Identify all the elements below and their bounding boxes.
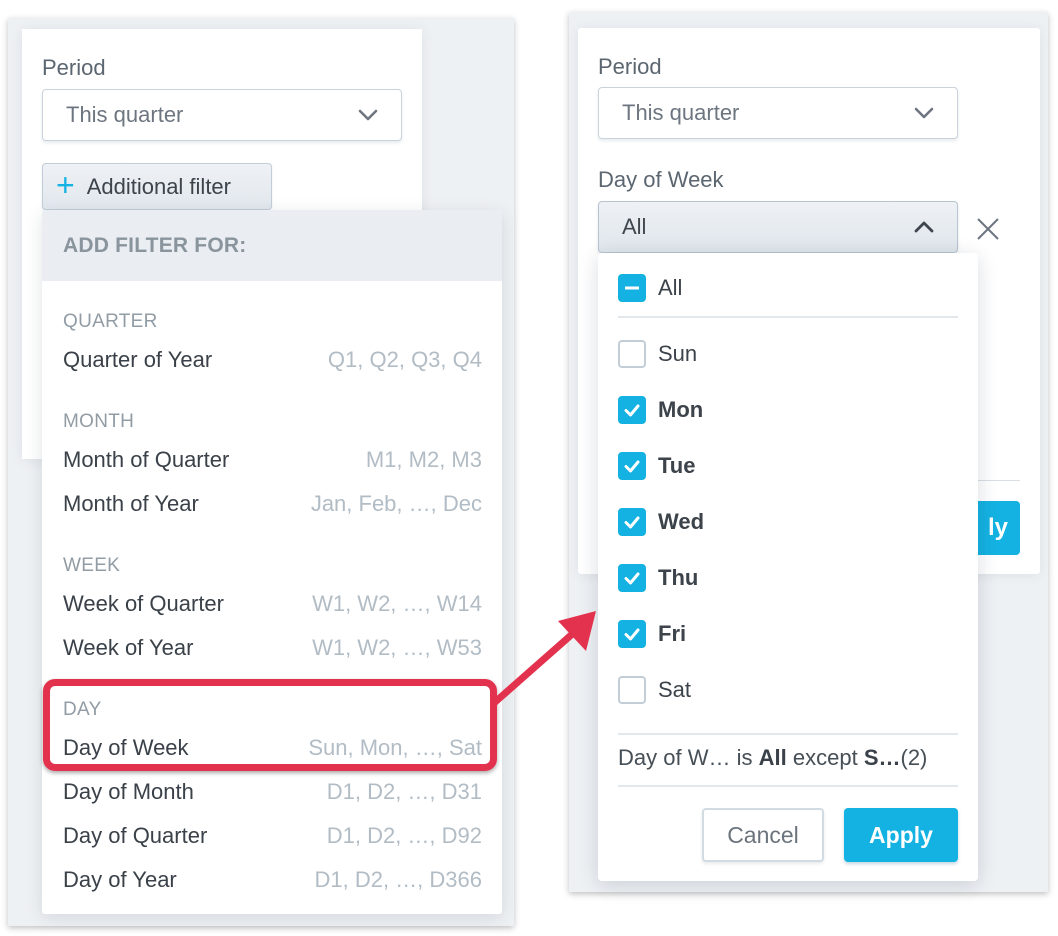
plus-icon: + bbox=[56, 167, 75, 203]
option-name: Week of Quarter bbox=[63, 591, 224, 616]
checkbox-label: All bbox=[658, 275, 683, 300]
option-hint: W1, W2, …, W53 bbox=[312, 635, 482, 660]
divider bbox=[618, 785, 958, 787]
group-title-month: MONTH bbox=[63, 411, 135, 432]
checkbox-partial-icon bbox=[618, 274, 646, 302]
checkmark-icon bbox=[618, 508, 646, 536]
group-title-day: DAY bbox=[63, 699, 102, 720]
summary-attribute: Day of W… bbox=[618, 745, 731, 770]
apply-button[interactable]: Apply bbox=[844, 808, 958, 862]
option-name: Day of Month bbox=[63, 779, 194, 804]
option-quarter-of-year[interactable]: Quarter of Year Q1, Q2, Q3, Q4 bbox=[42, 340, 502, 380]
checkbox-tue[interactable]: Tue bbox=[618, 446, 695, 486]
option-hint: Sun, Mon, …, Sat bbox=[308, 735, 482, 760]
period-select-value: This quarter bbox=[622, 100, 740, 125]
group-title-quarter: QUARTER bbox=[63, 311, 158, 332]
option-hint: D1, D2, …, D366 bbox=[314, 867, 482, 892]
option-day-of-month[interactable]: Day of Month D1, D2, …, D31 bbox=[42, 772, 502, 812]
checkmark-icon bbox=[618, 452, 646, 480]
checkmark-icon bbox=[618, 620, 646, 648]
option-hint: D1, D2, …, D92 bbox=[326, 823, 482, 848]
divider bbox=[618, 316, 958, 318]
day-of-week-select-value: All bbox=[622, 214, 647, 239]
summary-all: All bbox=[758, 745, 787, 770]
option-week-of-year[interactable]: Week of Year W1, W2, …, W53 bbox=[42, 628, 502, 668]
option-name: Month of Year bbox=[63, 491, 199, 516]
period-label: Period bbox=[42, 55, 106, 80]
option-name: Quarter of Year bbox=[63, 347, 213, 372]
option-month-of-quarter[interactable]: Month of Quarter M1, M2, M3 bbox=[42, 440, 502, 480]
close-icon[interactable] bbox=[975, 216, 1001, 242]
checkbox-mon[interactable]: Mon bbox=[618, 390, 703, 430]
period-select[interactable]: This quarter bbox=[42, 89, 402, 141]
divider bbox=[618, 733, 958, 735]
checkbox-label: Sun bbox=[658, 341, 698, 366]
summary-excluded: S… bbox=[863, 745, 901, 770]
checkmark-icon bbox=[618, 564, 646, 592]
option-hint: Q1, Q2, Q3, Q4 bbox=[327, 347, 482, 372]
filter-summary: Day of W… is All except S…(2) bbox=[618, 745, 927, 771]
period-select-value: This quarter bbox=[66, 102, 184, 127]
option-hint: D1, D2, …, D31 bbox=[326, 779, 482, 804]
checkmark-icon bbox=[618, 396, 646, 424]
checkbox-wed[interactable]: Wed bbox=[618, 502, 704, 542]
option-day-of-week[interactable]: Day of Week Sun, Mon, …, Sat bbox=[42, 728, 502, 768]
cancel-button[interactable]: Cancel bbox=[702, 808, 824, 862]
checkbox-unchecked-icon bbox=[618, 676, 646, 704]
option-week-of-quarter[interactable]: Week of Quarter W1, W2, …, W14 bbox=[42, 584, 502, 624]
add-filter-header: ADD FILTER FOR: bbox=[42, 210, 502, 281]
checkbox-all[interactable]: All bbox=[618, 268, 682, 308]
summary-except: except bbox=[792, 745, 858, 770]
additional-filter-label: Additional filter bbox=[86, 173, 231, 199]
checkbox-thu[interactable]: Thu bbox=[618, 558, 698, 598]
option-month-of-year[interactable]: Month of Year Jan, Feb, …, Dec bbox=[42, 484, 502, 524]
chevron-up-icon bbox=[914, 221, 934, 233]
panel-apply-label: ly bbox=[987, 514, 1008, 541]
day-of-week-select[interactable]: All bbox=[598, 201, 958, 253]
checkbox-label: Wed bbox=[658, 509, 705, 534]
summary-is: is bbox=[736, 745, 753, 770]
option-name: Day of Year bbox=[63, 867, 177, 892]
checkbox-label: Sat bbox=[658, 677, 692, 702]
option-hint: Jan, Feb, …, Dec bbox=[310, 491, 482, 516]
checkbox-sun[interactable]: Sun bbox=[618, 334, 697, 374]
option-day-of-year[interactable]: Day of Year D1, D2, …, D366 bbox=[42, 860, 502, 900]
checkbox-unchecked-icon bbox=[618, 340, 646, 368]
option-name: Day of Week bbox=[63, 735, 189, 760]
day-of-week-label: Day of Week bbox=[598, 167, 724, 192]
group-title-week: WEEK bbox=[63, 555, 121, 576]
checkbox-fri[interactable]: Fri bbox=[618, 614, 686, 654]
option-hint: W1, W2, …, W14 bbox=[312, 591, 482, 616]
checkbox-sat[interactable]: Sat bbox=[618, 670, 691, 710]
period-label: Period bbox=[598, 54, 662, 79]
chevron-down-icon bbox=[914, 107, 934, 119]
chevron-down-icon bbox=[358, 109, 378, 121]
option-name: Week of Year bbox=[63, 635, 194, 660]
checkbox-label: Mon bbox=[658, 397, 704, 422]
option-day-of-quarter[interactable]: Day of Quarter D1, D2, …, D92 bbox=[42, 816, 502, 856]
checkbox-label: Tue bbox=[658, 453, 696, 478]
checkbox-label: Fri bbox=[658, 621, 687, 646]
option-hint: M1, M2, M3 bbox=[365, 447, 482, 472]
option-name: Day of Quarter bbox=[63, 823, 208, 848]
option-name: Month of Quarter bbox=[63, 447, 230, 472]
checkbox-label: Thu bbox=[658, 565, 699, 590]
day-of-week-dropdown: All Sun Mon Tue Wed Thu Fri Sat Day of W… bbox=[598, 253, 978, 881]
period-select[interactable]: This quarter bbox=[598, 87, 958, 139]
summary-count: (2) bbox=[900, 745, 928, 770]
additional-filter-button[interactable]: + Additional filter bbox=[42, 163, 272, 210]
add-filter-dropdown: ADD FILTER FOR: QUARTER Quarter of Year … bbox=[42, 210, 502, 914]
